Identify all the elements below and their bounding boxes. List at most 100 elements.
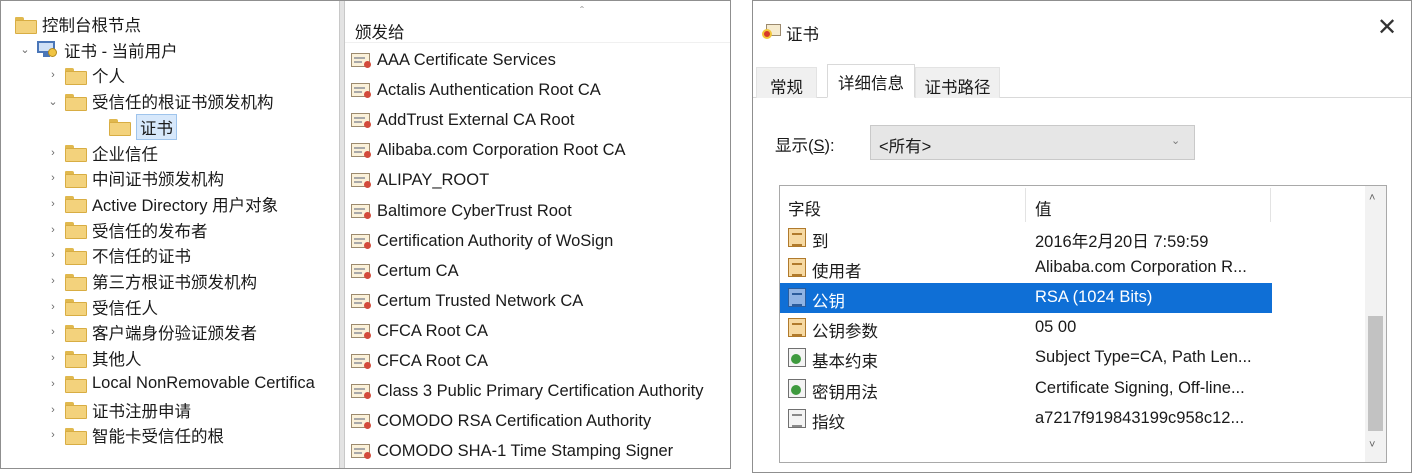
console-tree: 控制台根节点 ⌄ 证书 - 当前用户 › 个人 ⌄ 受信任的根证书颁发机构 证书 › 企业信任 › 中… <box>1 1 339 468</box>
tree-node[interactable]: › 受信任的发布者 <box>45 217 208 243</box>
column-separator[interactable] <box>1270 188 1271 222</box>
certificate-name: Actalis Authentication Root CA <box>377 81 601 100</box>
certificate-list-item[interactable]: COMODO SHA-1 Time Stamping Signer <box>351 438 673 465</box>
vertical-scrollbar[interactable]: ˄ ˅ <box>1365 186 1386 462</box>
certificate-list-item[interactable]: COMODO RSA Certification Authority <box>351 408 651 435</box>
tree-node[interactable]: › 客户端身份验证颁发者 <box>45 319 257 345</box>
tab-details[interactable]: 详细信息 <box>827 64 915 98</box>
certificate-list-item[interactable]: CFCA Root CA <box>351 348 488 375</box>
sort-ascending-icon: ˆ <box>580 4 584 18</box>
folder-icon <box>65 376 87 394</box>
tree-node-label: 控制台根节点 <box>42 17 141 35</box>
collapse-chevron-icon[interactable]: › <box>45 429 61 441</box>
tree-node[interactable]: 控制台根节点 <box>15 11 141 37</box>
mmc-window: 控制台根节点 ⌄ 证书 - 当前用户 › 个人 ⌄ 受信任的根证书颁发机构 证书 › 企业信任 › 中… <box>0 0 731 469</box>
tab-certification-path[interactable]: 证书路径 <box>915 67 1000 98</box>
tree-node[interactable]: › Local NonRemovable Certifica <box>45 371 315 397</box>
folder-icon <box>65 402 87 419</box>
certificate-list-item[interactable]: Certum CA <box>351 258 459 285</box>
certificate-icon <box>351 172 372 189</box>
collapse-chevron-icon[interactable]: › <box>45 326 61 338</box>
tree-node[interactable]: › 证书注册申请 <box>45 397 191 423</box>
field-name: 公钥参数 <box>812 323 878 342</box>
show-dropdown-value: <所有> <box>879 138 932 156</box>
scroll-up-icon[interactable]: ˄ <box>1369 192 1375 204</box>
collapse-chevron-icon[interactable]: › <box>45 172 61 184</box>
details-row[interactable]: 公钥参数 05 00 <box>780 313 1272 343</box>
collapse-chevron-icon[interactable]: › <box>45 352 61 364</box>
column-header-value[interactable]: 值 <box>1035 196 1052 220</box>
details-row[interactable]: 指纹 a7217f919843199c958c12... <box>780 404 1272 434</box>
tab-general[interactable]: 常规 <box>756 67 817 98</box>
certificate-name: Alibaba.com Corporation Root CA <box>377 141 626 160</box>
collapse-chevron-icon[interactable]: › <box>45 404 61 416</box>
certificate-list-item[interactable]: AAA Certificate Services <box>351 47 556 74</box>
tree-node[interactable]: ⌄ 受信任的根证书颁发机构 <box>45 88 274 114</box>
certificate-list-item[interactable]: Certification Authority of WoSign <box>351 228 613 255</box>
tree-node-label: 证书注册申请 <box>92 402 191 421</box>
tree-node[interactable]: 证书 <box>89 113 177 140</box>
certificate-name: Baltimore CyberTrust Root <box>377 201 572 220</box>
property-icon <box>788 228 806 247</box>
field-name: 使用者 <box>812 263 862 282</box>
certificate-name: Certum CA <box>377 261 459 280</box>
tree-node-label: 受信任的发布者 <box>92 222 208 241</box>
tree-node[interactable]: › 个人 <box>45 62 125 88</box>
expand-chevron-icon[interactable]: ⌄ <box>17 43 33 56</box>
certificate-list-item[interactable]: Baltimore CyberTrust Root <box>351 198 572 225</box>
certificate-list-item[interactable]: Alibaba.com Corporation Root CA <box>351 137 626 164</box>
details-row[interactable]: 公钥 RSA (1024 Bits) <box>780 283 1272 314</box>
tree-node[interactable]: › 第三方根证书颁发机构 <box>45 268 257 294</box>
collapse-chevron-icon[interactable]: › <box>45 69 61 81</box>
tree-node[interactable]: ⌄ 证书 - 当前用户 <box>17 37 178 63</box>
dialog-title: 证书 <box>786 26 819 44</box>
expand-chevron-icon[interactable]: ⌄ <box>45 95 61 108</box>
field-value: Alibaba.com Corporation R... <box>1035 258 1247 277</box>
tree-node[interactable]: › 中间证书颁发机构 <box>45 165 224 191</box>
public-key-icon <box>788 288 806 308</box>
collapse-chevron-icon[interactable]: › <box>45 275 61 287</box>
certificate-list-item[interactable]: CFCA Root CA <box>351 318 488 345</box>
certificate-name: Certum Trusted Network CA <box>377 291 584 310</box>
details-list: 字段 值 ˄ ˅ 到 2016年2月20日 7:59:59 使用者 Alibaba.c… <box>779 185 1387 463</box>
tree-node-label: 客户端身份验证颁发者 <box>92 325 257 344</box>
field-name: 公钥 <box>812 293 845 312</box>
tree-node[interactable]: › 受信任人 <box>45 294 158 320</box>
tree-node[interactable]: › 不信任的证书 <box>45 242 191 268</box>
tree-node[interactable]: › 其他人 <box>45 345 142 371</box>
tree-node[interactable]: › Active Directory 用户对象 <box>45 191 278 217</box>
show-dropdown[interactable]: <所有> ⌄ <box>870 125 1195 160</box>
certificate-list-pane: 颁发给 ˆ AAA Certificate Services Actalis Au… <box>345 1 730 468</box>
certificate-list-item[interactable]: Actalis Authentication Root CA <box>351 77 601 104</box>
details-row[interactable]: 密钥用法 Certificate Signing, Off-line... <box>780 374 1272 404</box>
collapse-chevron-icon[interactable]: › <box>45 224 61 236</box>
column-header-field[interactable]: 字段 <box>788 196 821 220</box>
certificate-name: COMODO SHA-1 Time Stamping Signer <box>377 442 674 461</box>
column-separator[interactable] <box>1025 188 1026 222</box>
collapse-chevron-icon[interactable]: › <box>45 198 61 210</box>
certificate-list-item[interactable]: Class 3 Public Primary Certification Aut… <box>351 378 703 405</box>
folder-icon <box>65 67 87 85</box>
collapse-chevron-icon[interactable]: › <box>45 378 61 390</box>
scroll-thumb[interactable] <box>1368 316 1383 431</box>
certificate-list-item[interactable]: AddTrust External CA Root <box>351 107 574 134</box>
tree-node[interactable]: › 智能卡受信任的根 <box>45 422 224 448</box>
tree-node[interactable]: › 企业信任 <box>45 140 158 166</box>
show-label: 显示(S): <box>775 137 835 155</box>
collapse-chevron-icon[interactable]: › <box>45 249 61 261</box>
details-row[interactable]: 基本约束 Subject Type=CA, Path Len... <box>780 343 1272 373</box>
collapse-chevron-icon[interactable]: › <box>45 147 61 159</box>
column-header-issued-to[interactable]: 颁发给 <box>345 1 730 43</box>
certificate-name: COMODO RSA Certification Authority <box>377 412 652 431</box>
title-bar: 证书 ✕ <box>753 1 1411 57</box>
details-row[interactable]: 使用者 Alibaba.com Corporation R... <box>780 253 1272 283</box>
certificate-list-item[interactable]: Certum Trusted Network CA <box>351 288 583 315</box>
field-name: 指纹 <box>812 413 845 432</box>
field-value: Subject Type=CA, Path Len... <box>1035 348 1252 367</box>
collapse-chevron-icon[interactable]: › <box>45 301 61 313</box>
folder-icon <box>65 324 87 342</box>
certificate-list-item[interactable]: ALIPAY_ROOT <box>351 167 489 194</box>
scroll-down-icon[interactable]: ˅ <box>1369 439 1375 451</box>
close-button[interactable]: ✕ <box>1377 16 1397 40</box>
details-row[interactable]: 到 2016年2月20日 7:59:59 <box>780 223 1272 253</box>
